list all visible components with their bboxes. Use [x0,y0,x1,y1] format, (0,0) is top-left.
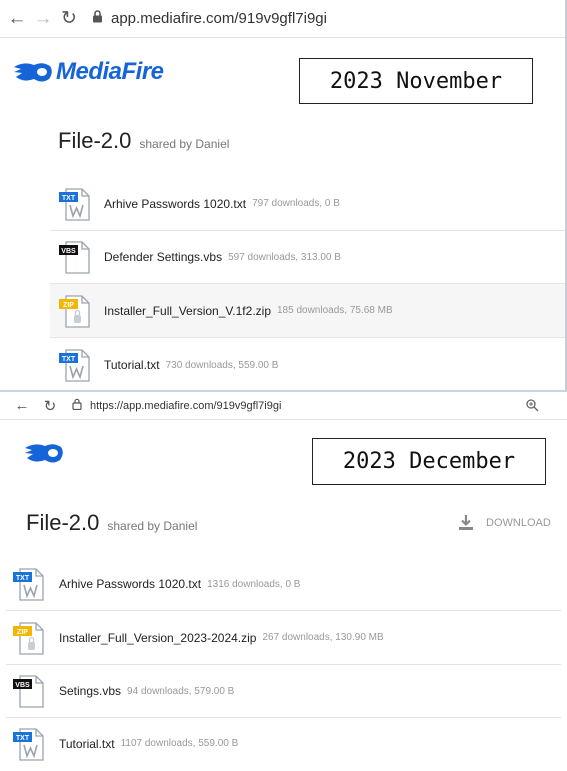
file-list: TXT Arhive Passwords 1020.txt 1316 downl… [6,558,561,769]
mediafire-logo-icon [14,63,52,82]
address-bar[interactable]: https://app.mediafire.com/919v9gfl7i9gi [90,400,281,412]
shared-by-label: shared by Daniel [107,519,198,533]
date-label-box: 2023 November [299,58,533,104]
file-meta: 94 downloads, 579.00 B [127,685,235,697]
file-row[interactable]: ZIP Installer_Full_Version_V.1f2.zip 185… [50,283,565,337]
file-name[interactable]: Arhive Passwords 1020.txt [59,577,201,591]
file-type-badge: ZIP [63,302,74,309]
folder-name: File-2.0 [26,510,100,535]
december-screenshot: ← ↻ https://app.mediafire.com/919v9gfl7i… [0,392,567,771]
shared-by-label: shared by Daniel [139,137,230,151]
file-meta: 185 downloads, 75.68 MB [277,305,393,316]
file-row[interactable]: VBS Setings.vbs 94 downloads, 579.00 B [6,664,561,717]
forward-arrow-icon[interactable]: → [30,8,56,30]
file-meta: 1316 downloads, 0 B [207,578,301,590]
logo-wordmark: MediaFire [56,58,164,85]
folder-title: File-2.0 shared by Daniel [58,128,229,154]
file-row[interactable]: ZIP Installer_Full_Version_2023-2024.zip… [6,610,561,664]
file-name[interactable]: Installer_Full_Version_V.1f2.zip [104,304,271,318]
download-button[interactable]: DOWNLOAD [458,514,551,531]
file-type-badge: TXT [62,195,76,202]
file-name[interactable]: Setings.vbs [59,684,121,698]
vbs-file-icon: VBS [13,675,44,708]
reload-icon[interactable]: ↻ [56,7,82,30]
download-icon [459,515,473,530]
file-meta: 1107 downloads, 559.00 B [120,738,239,749]
txt-file-icon: TXT [13,568,44,601]
browser-toolbar: ← → ↻ app.mediafire.com/919v9gfl7i9gi [0,0,565,38]
reload-icon[interactable]: ↻ [38,397,62,415]
download-label: DOWNLOAD [486,516,551,529]
file-name[interactable]: Tutorial.txt [59,737,115,751]
file-row[interactable]: TXT Arhive Passwords 1020.txt 1316 downl… [6,558,561,610]
address-bar[interactable]: app.mediafire.com/919v9gfl7i9gi [111,10,327,27]
file-row[interactable]: TXT Arhive Passwords 1020.txt 797 downlo… [50,177,565,230]
txt-file-icon: TXT [59,349,90,382]
txt-file-icon: TXT [13,727,44,761]
file-meta: 797 downloads, 0 B [252,198,340,209]
zip-file-icon: ZIP [59,294,90,328]
november-screenshot: ← → ↻ app.mediafire.com/919v9gfl7i9gi Me… [0,0,567,392]
browser-toolbar: ← ↻ https://app.mediafire.com/919v9gfl7i… [0,392,567,420]
file-type-badge: ZIP [17,629,28,636]
file-type-badge: TXT [16,575,30,582]
vbs-file-icon: VBS [59,241,90,274]
folder-title: File-2.0 shared by Daniel [26,510,197,536]
back-arrow-icon[interactable]: ← [10,397,34,414]
file-type-badge: TXT [16,735,30,742]
file-row[interactable]: TXT Tutorial.txt 730 downloads, 559.00 B [50,337,565,390]
file-type-badge: VBS [61,248,76,255]
mediafire-logo-icon [25,444,63,463]
file-type-badge: TXT [62,356,76,363]
file-meta: 730 downloads, 559.00 B [165,359,279,371]
date-label-box: 2023 December [312,438,546,485]
zip-file-icon: ZIP [13,621,44,655]
file-list: TXT Arhive Passwords 1020.txt 797 downlo… [50,177,565,390]
file-meta: 267 downloads, 130.90 MB [262,632,384,643]
folder-name: File-2.0 [58,128,132,153]
file-name[interactable]: Arhive Passwords 1020.txt [104,197,246,211]
back-arrow-icon[interactable]: ← [4,8,30,30]
file-name[interactable]: Defender Settings.vbs [104,250,222,264]
file-name[interactable]: Installer_Full_Version_2023-2024.zip [59,631,256,645]
file-row[interactable]: VBS Defender Settings.vbs 597 downloads,… [50,230,565,283]
lock-icon[interactable] [92,9,103,28]
mediafire-logo[interactable]: MediaFire [12,58,164,86]
file-name[interactable]: Tutorial.txt [104,358,160,372]
file-row[interactable]: TXT Tutorial.txt 1107 downloads, 559.00 … [6,717,561,769]
zoom-icon[interactable] [525,398,539,417]
file-meta: 597 downloads, 313.00 B [228,251,341,263]
txt-file-icon: TXT [59,187,90,221]
file-type-badge: VBS [15,682,30,689]
lock-icon[interactable] [72,397,82,415]
mediafire-logo[interactable] [22,440,66,466]
